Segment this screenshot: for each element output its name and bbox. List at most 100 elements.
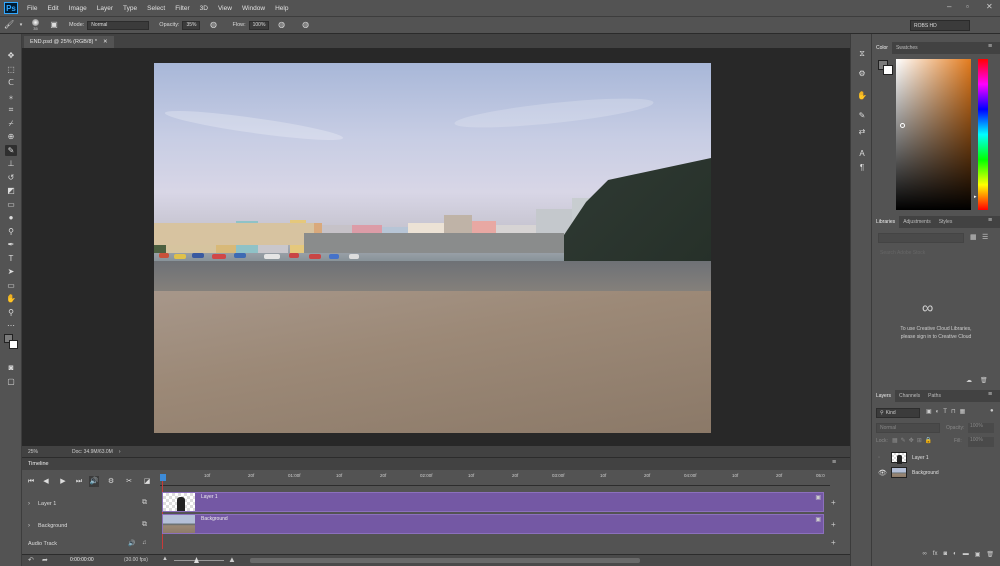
menu-file[interactable]: File [22,5,42,12]
menu-select[interactable]: Select [142,5,170,12]
panel-menu-icon[interactable]: ≡ [832,459,836,466]
menu-edit[interactable]: Edit [42,5,63,12]
layer-1-clip[interactable]: Layer 1 ▣ [162,492,824,512]
brush-preset-picker[interactable]: 35 [32,19,39,31]
panel-menu-icon[interactable]: ≡ [988,43,992,50]
render-video-icon[interactable]: ➦ [42,556,48,564]
brush-panel-icon[interactable]: ▣ [49,20,59,30]
hue-slider[interactable] [978,59,988,210]
brush-tool-icon[interactable]: 🖌 [4,20,14,30]
opacity-field[interactable]: 35% [182,21,200,30]
tab-color[interactable]: Color [872,42,892,54]
track-options-icon[interactable]: ⧉ [142,521,147,529]
history-panel-icon[interactable]: ⧖ [856,48,868,59]
expand-track-icon[interactable]: › [28,523,30,529]
blend-mode-select[interactable]: Normal [876,423,940,433]
properties-panel-icon[interactable]: ⚙ [856,68,868,79]
layer-opacity-field[interactable]: 100% [968,423,994,433]
cc-sync-icon[interactable]: ☁ [966,377,972,384]
zoom-level[interactable]: 25% [28,449,68,455]
document-tab[interactable]: END.psd @ 25% (RGB/8) * ✕ [24,36,114,48]
flow-field[interactable]: 100% [249,21,269,30]
mode-select[interactable]: Normal [87,21,149,30]
menu-filter[interactable]: Filter [170,5,194,12]
menu-view[interactable]: View [213,5,237,12]
document-image[interactable] [154,63,711,433]
tab-layers[interactable]: Layers [872,390,895,402]
maximize-icon[interactable]: ▫ [966,2,969,11]
zoom-slider-track[interactable] [174,560,224,561]
timeline-scrollbar[interactable] [250,558,640,563]
rectangle-tool-icon[interactable]: ▭ [5,280,17,291]
expand-track-icon[interactable]: › [28,501,30,507]
time-ruler[interactable]: 10f 20f 01:00f 10f 20f 02:00f 10f 20f 03… [160,470,830,486]
blur-tool-icon[interactable]: ● [5,212,17,223]
history-brush-tool-icon[interactable]: ↺ [5,172,17,183]
type-tool-icon[interactable]: T [5,253,17,264]
quick-mask-icon[interactable]: ◙ [5,362,17,373]
zoom-tool-icon[interactable]: ⚲ [5,307,17,318]
play-icon[interactable]: ▶ [58,477,68,486]
filter-toggle-icon[interactable]: ● [990,408,994,414]
dodge-tool-icon[interactable]: ⚲ [5,226,17,237]
split-clip-icon[interactable]: ✂ [124,477,134,486]
new-layer-icon[interactable]: ▣ [975,551,981,558]
zoom-out-mountain-icon[interactable]: ▲ [162,556,168,562]
clip-menu-icon[interactable]: ▣ [815,494,821,501]
tab-libraries[interactable]: Libraries [872,216,899,228]
tab-channels[interactable]: Channels [895,390,924,402]
settings-icon[interactable]: ⚙ [106,477,116,486]
crop-tool-icon[interactable]: ⌗ [5,104,17,115]
first-frame-icon[interactable]: ⏮ [26,477,36,486]
layer-filter-icons[interactable]: ▣◐T⊓▦ [926,408,969,415]
stock-search-placeholder[interactable]: Search Adobe Stock [880,250,925,256]
hue-slider-arrow[interactable]: ▸ [974,194,977,200]
timeline-title[interactable]: Timeline [28,461,49,467]
lasso-tool-icon[interactable]: ᑕ [5,77,17,88]
menu-image[interactable]: Image [64,5,92,12]
character-panel-icon[interactable]: A [856,148,868,159]
add-media-icon[interactable]: + [831,520,836,529]
background-color-swatch[interactable] [883,65,893,75]
clip-menu-icon[interactable]: ▣ [815,516,821,523]
lock-icons[interactable]: ▦✎✥⊞🔒 [892,437,935,444]
link-layers-icon[interactable]: ∞ [923,551,927,557]
menu-3d[interactable]: 3D [195,5,213,12]
panel-menu-icon[interactable]: ≡ [988,391,992,398]
tab-paths[interactable]: Paths [924,390,945,402]
menu-help[interactable]: Help [270,5,293,12]
clone-stamp-tool-icon[interactable]: ⊥ [5,158,17,169]
new-group-icon[interactable]: ▬ [963,551,969,557]
music-note-icon[interactable]: ♫ [142,540,147,546]
magic-wand-tool-icon[interactable]: ⁎ [5,91,17,102]
filter-kind-select[interactable]: ⚲Kind [876,408,920,418]
close-icon[interactable]: ✕ [986,2,993,11]
playhead[interactable] [160,474,166,481]
background-color-swatch[interactable] [9,340,18,349]
adjustment-layer-icon[interactable]: ◐ [953,551,957,557]
trash-icon[interactable]: 🗑 [980,377,988,384]
layer-fill-field[interactable]: 100% [968,437,994,447]
menu-type[interactable]: Type [118,5,142,12]
tab-swatches[interactable]: Swatches [892,42,922,54]
fx-icon[interactable]: fx [933,551,938,557]
workspace-select[interactable]: ROBS HD [910,20,970,31]
add-mask-icon[interactable]: ◙ [943,551,947,557]
move-tool-icon[interactable]: ✥ [5,50,17,61]
tab-adjustments[interactable]: Adjustments [899,216,935,228]
menu-layer[interactable]: Layer [92,5,118,12]
transition-icon[interactable]: ◪ [142,477,152,486]
color-picker-cursor[interactable] [900,123,905,128]
hand-tool-icon[interactable]: ✋ [5,293,17,304]
eye-icon[interactable]: 👁 [878,469,887,477]
pen-tool-icon[interactable]: ✒ [5,239,17,250]
previous-frame-icon[interactable]: ◀ [41,477,51,486]
adjust-panel-icon[interactable]: ⇄ [856,126,868,137]
track-options-icon[interactable]: ⧉ [142,499,147,507]
audio-mute-icon[interactable]: 🔊 [89,476,99,487]
panel-menu-icon[interactable]: ≡ [988,217,992,224]
healing-brush-tool-icon[interactable]: ⊕ [5,131,17,142]
pressure-size-icon[interactable]: ◍ [301,20,311,30]
eyedropper-tool-icon[interactable]: ⌿ [5,118,17,129]
path-selection-tool-icon[interactable]: ➤ [5,266,17,277]
